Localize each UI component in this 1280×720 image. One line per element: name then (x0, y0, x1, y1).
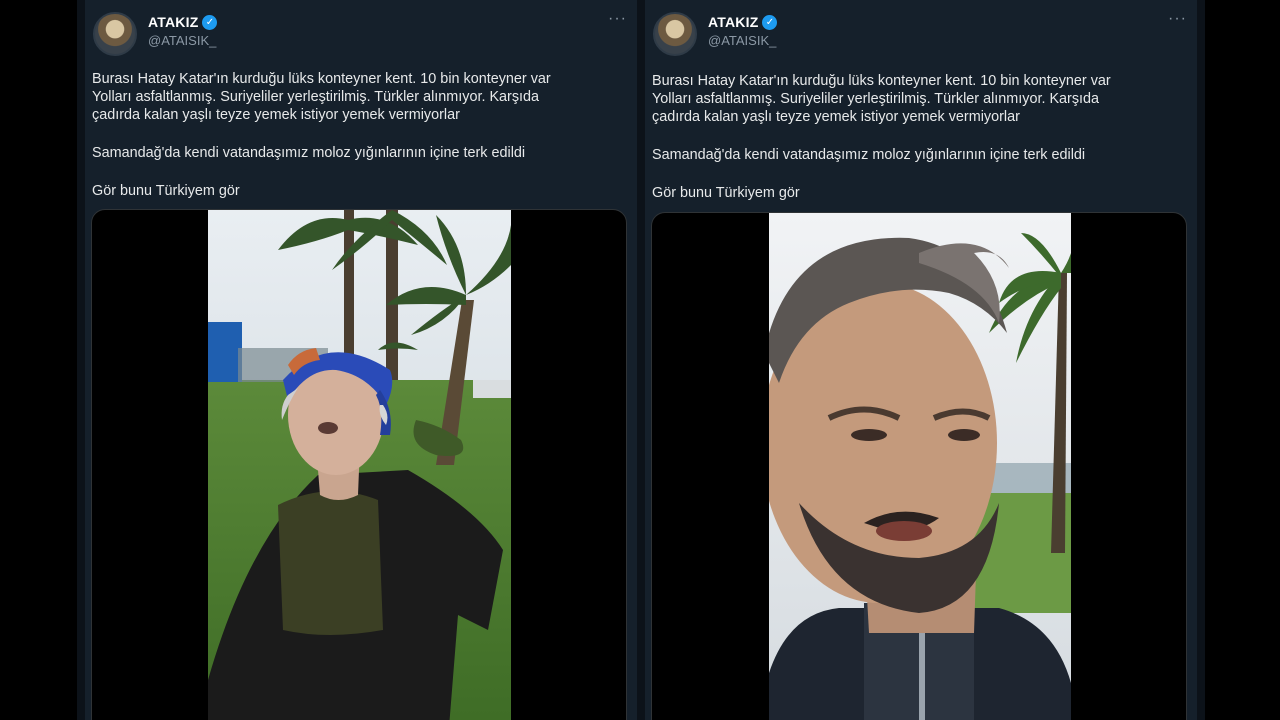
tweet-text-line: Yolları asfaltlanmış. Suriyeliler yerleş… (652, 91, 1100, 107)
tweet-media[interactable] (91, 209, 627, 720)
author-name[interactable]: ATAKIZ (708, 14, 758, 30)
author-name[interactable]: ATAKIZ (148, 14, 198, 30)
tweet-text-line: Burası Hatay Katar'ın kurduğu lüks konte… (92, 71, 551, 87)
band-right (1197, 0, 1205, 720)
tweet-text-paragraph: Samandağ'da kendi vatandaşımız moloz yığ… (652, 147, 1086, 163)
avatar[interactable] (93, 12, 137, 56)
video-frame[interactable] (208, 210, 511, 720)
band-left (77, 0, 85, 720)
tweet-text-line: Yolları asfaltlanmış. Suriyeliler yerleş… (92, 89, 540, 105)
tweet-text-line: çadırda kalan yaşlı teyze yemek istiyor … (92, 107, 460, 123)
tweet-card: ATAKIZ ✓ @ATAISIK_ ··· Burası Hatay Kata… (645, 0, 1197, 720)
author-name-row: ATAKIZ ✓ (708, 14, 778, 30)
author-handle[interactable]: @ATAISIK_ (148, 33, 216, 48)
more-horizontal-icon[interactable]: ··· (608, 10, 627, 28)
band-middle (637, 0, 645, 720)
video-scene-man (769, 213, 1071, 720)
tweet-text-paragraph: Samandağ'da kendi vatandaşımız moloz yığ… (92, 145, 526, 161)
tweet-text-line: Burası Hatay Katar'ın kurduğu lüks konte… (652, 73, 1111, 89)
tweet-text-paragraph: Gör bunu Türkiyem gör (92, 183, 240, 199)
verified-badge-icon: ✓ (762, 14, 778, 30)
tweet-media[interactable] (651, 212, 1187, 720)
video-frame[interactable] (769, 213, 1071, 720)
tweet-card: ATAKIZ ✓ @ATAISIK_ ··· Burası Hatay Kata… (85, 0, 637, 720)
tweet-text: Burası Hatay Katar'ın kurduğu lüks konte… (92, 70, 627, 200)
video-scene-woman (208, 210, 511, 720)
avatar[interactable] (653, 12, 697, 56)
tweet-text-paragraph: Gör bunu Türkiyem gör (652, 185, 800, 201)
more-horizontal-icon[interactable]: ··· (1168, 10, 1187, 28)
verified-badge-icon: ✓ (202, 14, 218, 30)
author-name-row: ATAKIZ ✓ (148, 14, 218, 30)
tweet-text-line: çadırda kalan yaşlı teyze yemek istiyor … (652, 109, 1020, 125)
author-handle[interactable]: @ATAISIK_ (708, 33, 776, 48)
tweet-text: Burası Hatay Katar'ın kurduğu lüks konte… (652, 72, 1187, 202)
